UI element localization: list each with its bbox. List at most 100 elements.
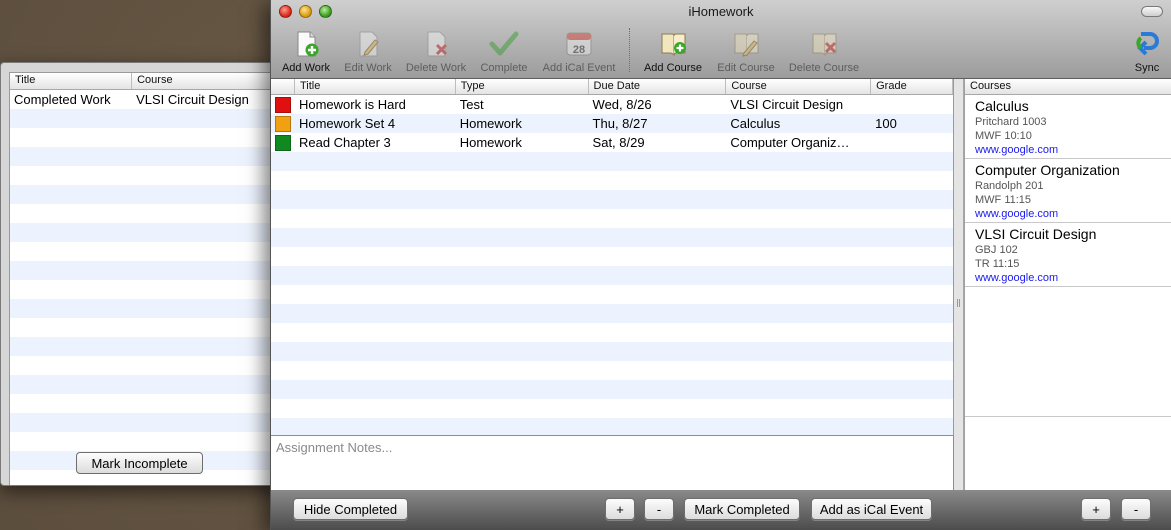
sync-label: Sync (1134, 62, 1160, 74)
priority-color-swatch (275, 96, 291, 113)
table-row[interactable]: Completed Work VLSI Circuit Design (10, 90, 280, 109)
course-link[interactable]: www.google.com (975, 143, 1162, 157)
window-title: iHomework (688, 4, 754, 19)
delete-course-button[interactable]: Delete Course (786, 30, 862, 76)
edit-book-icon (734, 33, 759, 57)
courses-panel[interactable]: Courses Calculus Pritchard 1003 MWF 10:1… (964, 79, 1171, 490)
assignments-bottom-bar: Hide Completed + - Mark Completed Add as… (271, 490, 964, 530)
toolbar-toggle-button[interactable] (1141, 6, 1163, 17)
add-course-button[interactable]: Add Course (640, 30, 706, 76)
cell-due-date: Thu, 8/27 (592, 116, 648, 131)
course-room: Randolph 201 (975, 180, 1044, 192)
course-link[interactable]: www.google.com (975, 207, 1162, 221)
column-header-type[interactable]: Type (456, 79, 589, 94)
complete-label: Complete (480, 62, 528, 74)
delete-course-label: Delete Course (788, 62, 860, 74)
delete-work-button[interactable]: Delete Work (403, 30, 469, 76)
divider-grip (957, 299, 960, 307)
cell-title: Homework is Hard (298, 97, 406, 112)
cell-title: Homework Set 4 (298, 116, 396, 131)
table-stripes (10, 90, 280, 485)
add-ical-event-label: Add iCal Event (542, 62, 616, 74)
course-name: VLSI Circuit Design (975, 226, 1097, 242)
course-item[interactable]: VLSI Circuit Design GBJ 102 TR 11:15 www… (965, 223, 1171, 287)
add-ical-event-button[interactable]: 28 Add iCal Event (539, 30, 619, 76)
cell-type: Homework (459, 135, 522, 150)
empty-course-slot (965, 287, 1171, 417)
checkmark-icon (489, 31, 519, 56)
calendar-icon: 28 (566, 32, 592, 56)
add-document-icon (297, 31, 319, 57)
courses-header: Courses (965, 79, 1171, 95)
course-time: TR 11:15 (975, 258, 1020, 270)
assignments-table[interactable]: Title Type Due Date Course Grade Homewor… (271, 79, 954, 435)
edit-work-label: Edit Work (344, 62, 392, 74)
delete-work-label: Delete Work (405, 62, 467, 74)
column-header-grade[interactable]: Grade (871, 79, 953, 94)
column-header-course[interactable]: Course (726, 79, 872, 94)
column-header-course[interactable]: Course (132, 73, 280, 89)
add-work-label: Add Work (281, 62, 331, 74)
assignment-notes-placeholder: Assignment Notes... (276, 440, 393, 455)
add-work-button[interactable]: Add Work (280, 30, 332, 76)
add-course-label: Add Course (643, 62, 703, 74)
edit-course-button[interactable]: Edit Course (714, 30, 778, 76)
cell-course: Computer Organiz… (730, 135, 850, 150)
courses-header-label[interactable]: Courses (965, 79, 1171, 94)
add-course-small-button[interactable]: + (1081, 498, 1111, 520)
course-name: Calculus (975, 98, 1029, 114)
course-time: MWF 10:10 (975, 130, 1032, 142)
course-time: MWF 11:15 (975, 194, 1032, 206)
completed-work-window: Title Course Completed Work VLSI Circuit… (0, 62, 282, 486)
add-as-ical-event-button[interactable]: Add as iCal Event (811, 498, 932, 520)
ihomework-window: iHomework Add Work Edit Work Delete Work… (270, 0, 1171, 530)
sync-button[interactable]: Sync (1127, 30, 1167, 76)
toolbar: iHomework Add Work Edit Work Delete Work… (271, 0, 1171, 79)
add-assignment-button[interactable]: + (605, 498, 635, 520)
edit-course-label: Edit Course (717, 62, 775, 74)
remove-assignment-button[interactable]: - (644, 498, 674, 520)
course-link[interactable]: www.google.com (975, 271, 1162, 285)
column-header-title[interactable]: Title (295, 79, 456, 94)
priority-color-swatch (275, 115, 291, 132)
sync-arrows-icon (1136, 32, 1159, 56)
cell-due-date: Wed, 8/26 (592, 97, 652, 112)
delete-book-icon (812, 33, 837, 57)
cell-grade: 100 (875, 116, 897, 131)
mark-completed-button[interactable]: Mark Completed (684, 498, 800, 520)
course-room: Pritchard 1003 (975, 116, 1047, 128)
cell-title: Read Chapter 3 (298, 135, 391, 150)
completed-table[interactable]: Title Course Completed Work VLSI Circuit… (9, 72, 281, 485)
column-header-color[interactable] (271, 79, 295, 94)
assignments-table-header: Title Type Due Date Course Grade (271, 79, 953, 95)
split-view-divider[interactable] (954, 79, 964, 530)
table-row[interactable]: Homework is Hard Test Wed, 8/26 VLSI Cir… (271, 95, 953, 114)
course-room: GBJ 102 (975, 244, 1018, 256)
column-header-title[interactable]: Title (10, 73, 133, 89)
edit-work-button[interactable]: Edit Work (341, 30, 395, 76)
cell-type: Test (459, 97, 484, 112)
assignment-notes-field[interactable]: Assignment Notes... (271, 435, 954, 490)
priority-color-swatch (275, 134, 291, 151)
courses-bottom-bar: + - (964, 490, 1171, 530)
completed-table-header: Title Course (10, 73, 280, 90)
edit-document-icon (359, 31, 379, 57)
cell-course: Calculus (730, 116, 781, 131)
complete-button[interactable]: Complete (478, 30, 530, 76)
toolbar-separator (629, 28, 630, 72)
cell-course: VLSI Circuit Design (136, 92, 249, 107)
column-header-due-date[interactable]: Due Date (589, 79, 727, 94)
course-name: Computer Organization (975, 162, 1120, 178)
course-item[interactable]: Calculus Pritchard 1003 MWF 10:10 www.go… (965, 95, 1171, 159)
mark-incomplete-button[interactable]: Mark Incomplete (76, 452, 203, 474)
add-book-icon (661, 33, 686, 57)
remove-course-small-button[interactable]: - (1121, 498, 1151, 520)
table-row[interactable]: Homework Set 4 Homework Thu, 8/27 Calcul… (271, 114, 953, 133)
cell-title: Completed Work (14, 92, 111, 107)
cell-course: VLSI Circuit Design (730, 97, 844, 112)
calendar-day-number: 28 (573, 44, 585, 56)
table-row[interactable]: Read Chapter 3 Homework Sat, 8/29 Comput… (271, 133, 953, 152)
course-item[interactable]: Computer Organization Randolph 201 MWF 1… (965, 159, 1171, 223)
hide-completed-button[interactable]: Hide Completed (293, 498, 408, 520)
delete-document-icon (427, 31, 448, 57)
